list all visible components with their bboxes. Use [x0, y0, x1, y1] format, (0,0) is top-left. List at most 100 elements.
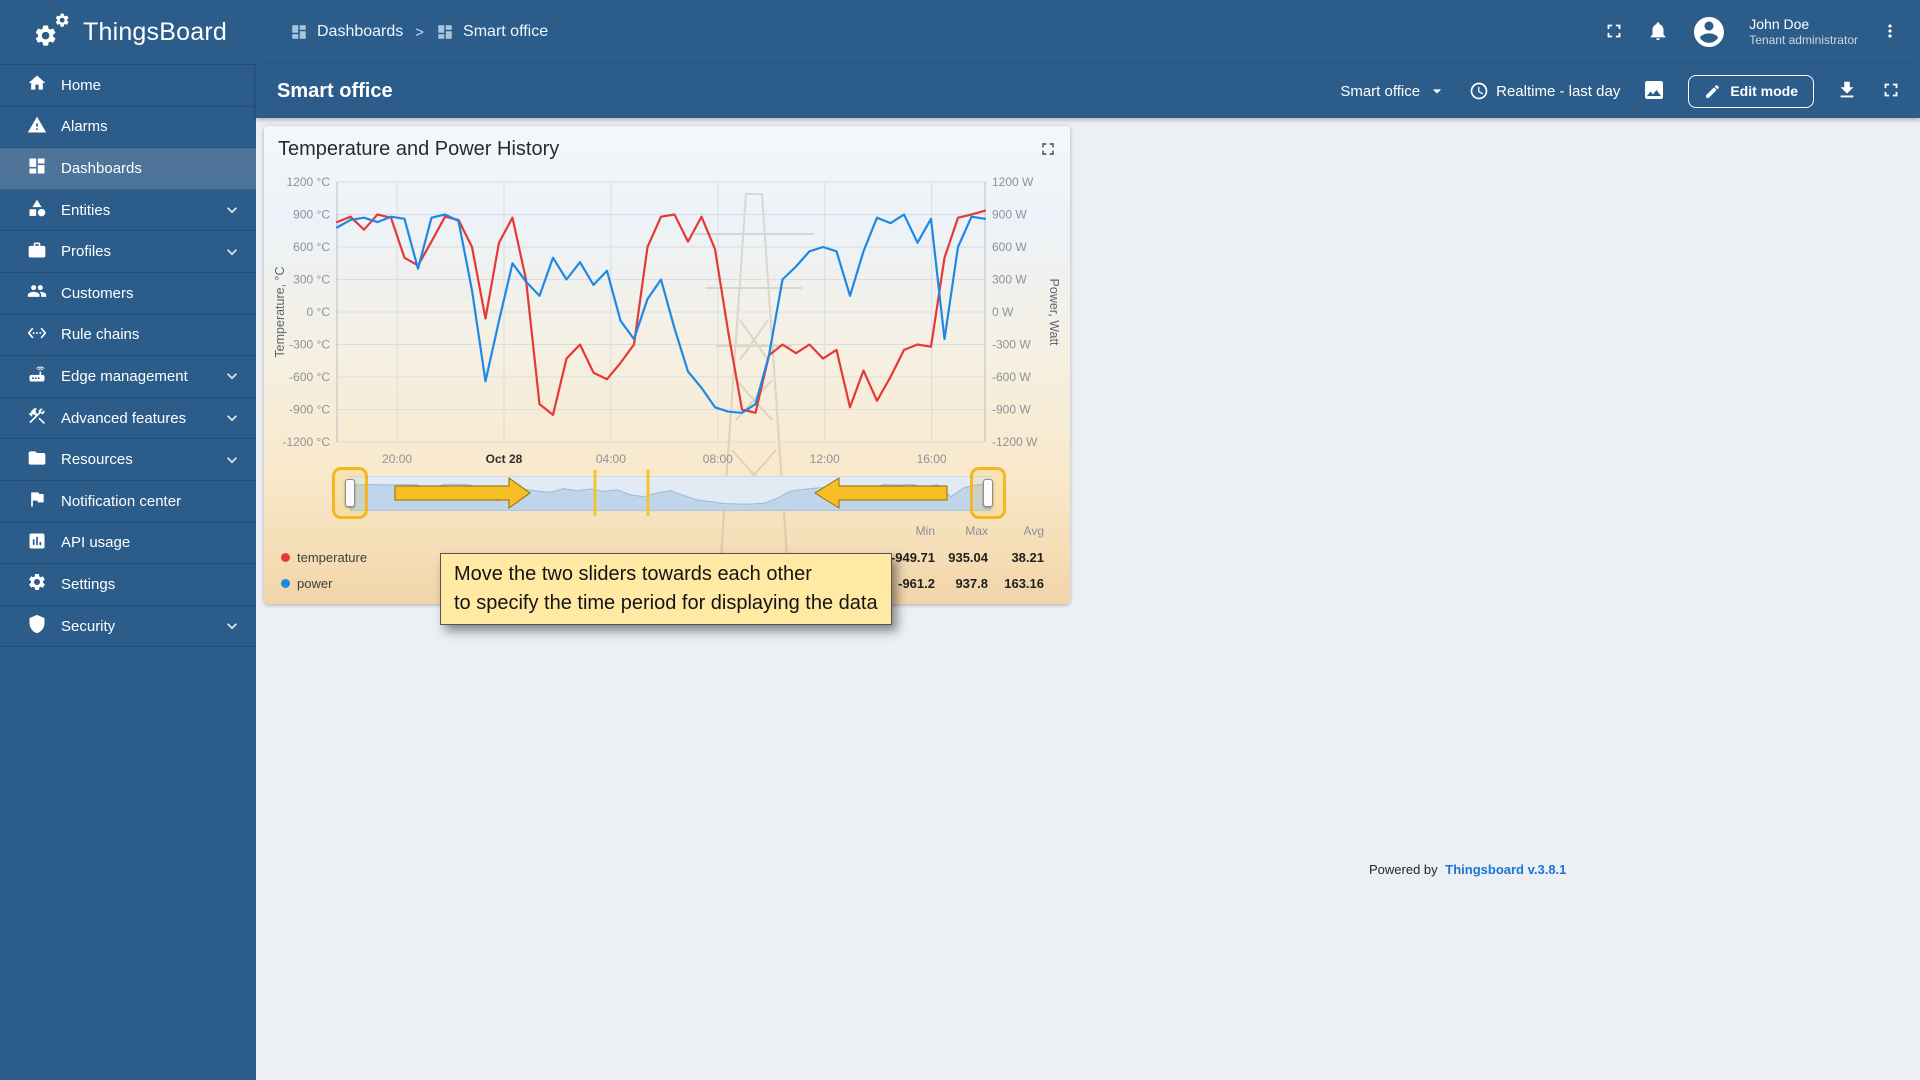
sidebar-nav: Home Alarms Dashboards Entities Profiles — [0, 64, 256, 648]
widget-temperature-power-history: Temperature and Power History 1200 °C 120… — [264, 126, 1070, 604]
svg-text:0 °C: 0 °C — [307, 305, 331, 319]
thingsboard-version-link[interactable]: Thingsboard v.3.8.1 — [1445, 862, 1566, 877]
download-button[interactable] — [1836, 79, 1858, 104]
dashboards-grid-icon — [290, 23, 308, 41]
shield-icon — [27, 614, 47, 638]
svg-text:1200 W: 1200 W — [992, 175, 1034, 189]
sidebar-item-entities[interactable]: Entities — [0, 190, 256, 232]
footer: Powered by Thingsboard v.3.8.1 — [1369, 862, 1566, 877]
toolbar-fullscreen-button[interactable] — [1880, 79, 1902, 104]
fullscreen-icon — [1880, 79, 1902, 104]
logo-text: ThingsBoard — [83, 17, 227, 46]
temperature-series-dot — [281, 553, 290, 562]
dashboards-grid-icon — [436, 23, 454, 41]
bell-icon — [1647, 20, 1669, 45]
screenshot-button[interactable] — [1642, 78, 1666, 105]
chevron-down-icon — [222, 616, 242, 636]
svg-text:600 W: 600 W — [992, 240, 1027, 254]
sidebar-item-api-usage[interactable]: API usage — [0, 523, 256, 565]
dashboard-content: Temperature and Power History 1200 °C 120… — [256, 118, 1920, 1080]
dashboard-state-selector[interactable]: Smart office — [1340, 81, 1447, 101]
svg-text:900 W: 900 W — [992, 208, 1027, 222]
logo[interactable]: ThingsBoard — [0, 0, 256, 64]
svg-text:900 °C: 900 °C — [293, 208, 330, 222]
breadcrumb: Dashboards > Smart office — [290, 23, 548, 41]
warning-icon — [27, 115, 47, 139]
briefcase-icon — [27, 240, 47, 264]
svg-text:300 °C: 300 °C — [293, 273, 330, 287]
power-max: 937.8 — [955, 575, 988, 591]
chevron-down-icon — [222, 408, 242, 428]
chevron-down-icon — [222, 450, 242, 470]
sidebar-item-notification-center[interactable]: Notification center — [0, 481, 256, 523]
breadcrumb-smart-office[interactable]: Smart office — [436, 23, 548, 41]
user-menu[interactable]: John Doe Tenant administrator — [1749, 15, 1858, 49]
power-series-dot — [281, 579, 290, 588]
fullscreen-icon — [1603, 20, 1625, 45]
sidebar-item-advanced-features[interactable]: Advanced features — [0, 398, 256, 440]
gear-icon — [27, 572, 47, 596]
svg-text:600 °C: 600 °C — [293, 240, 330, 254]
sidebar-item-settings[interactable]: Settings — [0, 564, 256, 606]
chevron-down-icon — [222, 242, 242, 262]
slider-preview-area — [350, 483, 991, 511]
user-role: Tenant administrator — [1749, 33, 1858, 48]
sidebar-item-security[interactable]: Security — [0, 606, 256, 648]
powered-by-text: Powered by — [1369, 862, 1438, 877]
stats-header-min: Min — [915, 524, 935, 538]
rule-chains-icon — [27, 323, 47, 347]
caret-down-icon — [1427, 81, 1447, 101]
svg-text:-900 °C: -900 °C — [289, 403, 330, 417]
router-icon — [27, 364, 47, 388]
slider-right-handle[interactable] — [983, 479, 993, 507]
sidebar-item-edge-management[interactable]: Edge management — [0, 356, 256, 398]
folder-icon — [27, 448, 47, 472]
legend-item-temperature[interactable]: temperature — [281, 550, 367, 565]
svg-text:-300 °C: -300 °C — [289, 338, 330, 352]
clock-icon — [1469, 81, 1489, 101]
sidebar-item-resources[interactable]: Resources — [0, 439, 256, 481]
download-icon — [1836, 79, 1858, 104]
avatar[interactable] — [1691, 14, 1727, 50]
dashboard-toolbar: Smart office Smart office Realtime - las… — [256, 64, 1920, 118]
sidebar-item-home[interactable]: Home — [0, 65, 256, 107]
svg-text:Temperature, °C: Temperature, °C — [273, 266, 287, 357]
sidebar: ThingsBoard Home Alarms Dashboards Entit… — [0, 0, 256, 1080]
slider-track[interactable] — [350, 476, 991, 511]
sidebar-item-dashboards[interactable]: Dashboards — [0, 148, 256, 190]
sidebar-item-rule-chains[interactable]: Rule chains — [0, 315, 256, 357]
svg-text:-1200 W: -1200 W — [992, 435, 1038, 449]
chevron-down-icon — [222, 366, 242, 386]
dashboard-title: Smart office — [277, 79, 393, 102]
fullscreen-button[interactable] — [1603, 20, 1625, 45]
svg-text:0 W: 0 W — [992, 305, 1014, 319]
edit-mode-button[interactable]: Edit mode — [1688, 74, 1814, 108]
time-range-slider — [264, 462, 1070, 524]
entities-icon — [27, 198, 47, 222]
hint-line-2: to specify the time period for displayin… — [454, 592, 878, 614]
svg-text:-1200 °C: -1200 °C — [283, 435, 331, 449]
pencil-icon — [1704, 83, 1721, 100]
slider-left-handle[interactable] — [345, 479, 355, 507]
more-vert-icon — [1880, 21, 1900, 44]
tools-icon — [27, 406, 47, 430]
svg-text:Power, Watt: Power, Watt — [1047, 279, 1061, 346]
timewindow-button[interactable]: Realtime - last day — [1469, 81, 1620, 101]
stats-header-max: Max — [965, 524, 988, 538]
stats-header-avg: Avg — [1023, 524, 1044, 538]
image-icon — [1642, 78, 1666, 105]
top-header: Dashboards > Smart office John Doe Tenan… — [256, 0, 1920, 64]
sidebar-item-profiles[interactable]: Profiles — [0, 231, 256, 273]
svg-text:-900 W: -900 W — [992, 403, 1031, 417]
thingsboard-logo-icon — [30, 12, 74, 52]
breadcrumb-dashboards[interactable]: Dashboards — [290, 23, 403, 41]
people-icon — [27, 281, 47, 305]
more-menu-button[interactable] — [1880, 21, 1900, 44]
sidebar-item-alarms[interactable]: Alarms — [0, 107, 256, 149]
temperature-avg: 38.21 — [1011, 549, 1044, 565]
chart-box-icon — [27, 531, 47, 555]
slider-hint-tooltip: Move the two sliders towards each other … — [440, 553, 892, 625]
notifications-button[interactable] — [1647, 20, 1669, 45]
legend-item-power[interactable]: power — [281, 576, 332, 591]
sidebar-item-customers[interactable]: Customers — [0, 273, 256, 315]
